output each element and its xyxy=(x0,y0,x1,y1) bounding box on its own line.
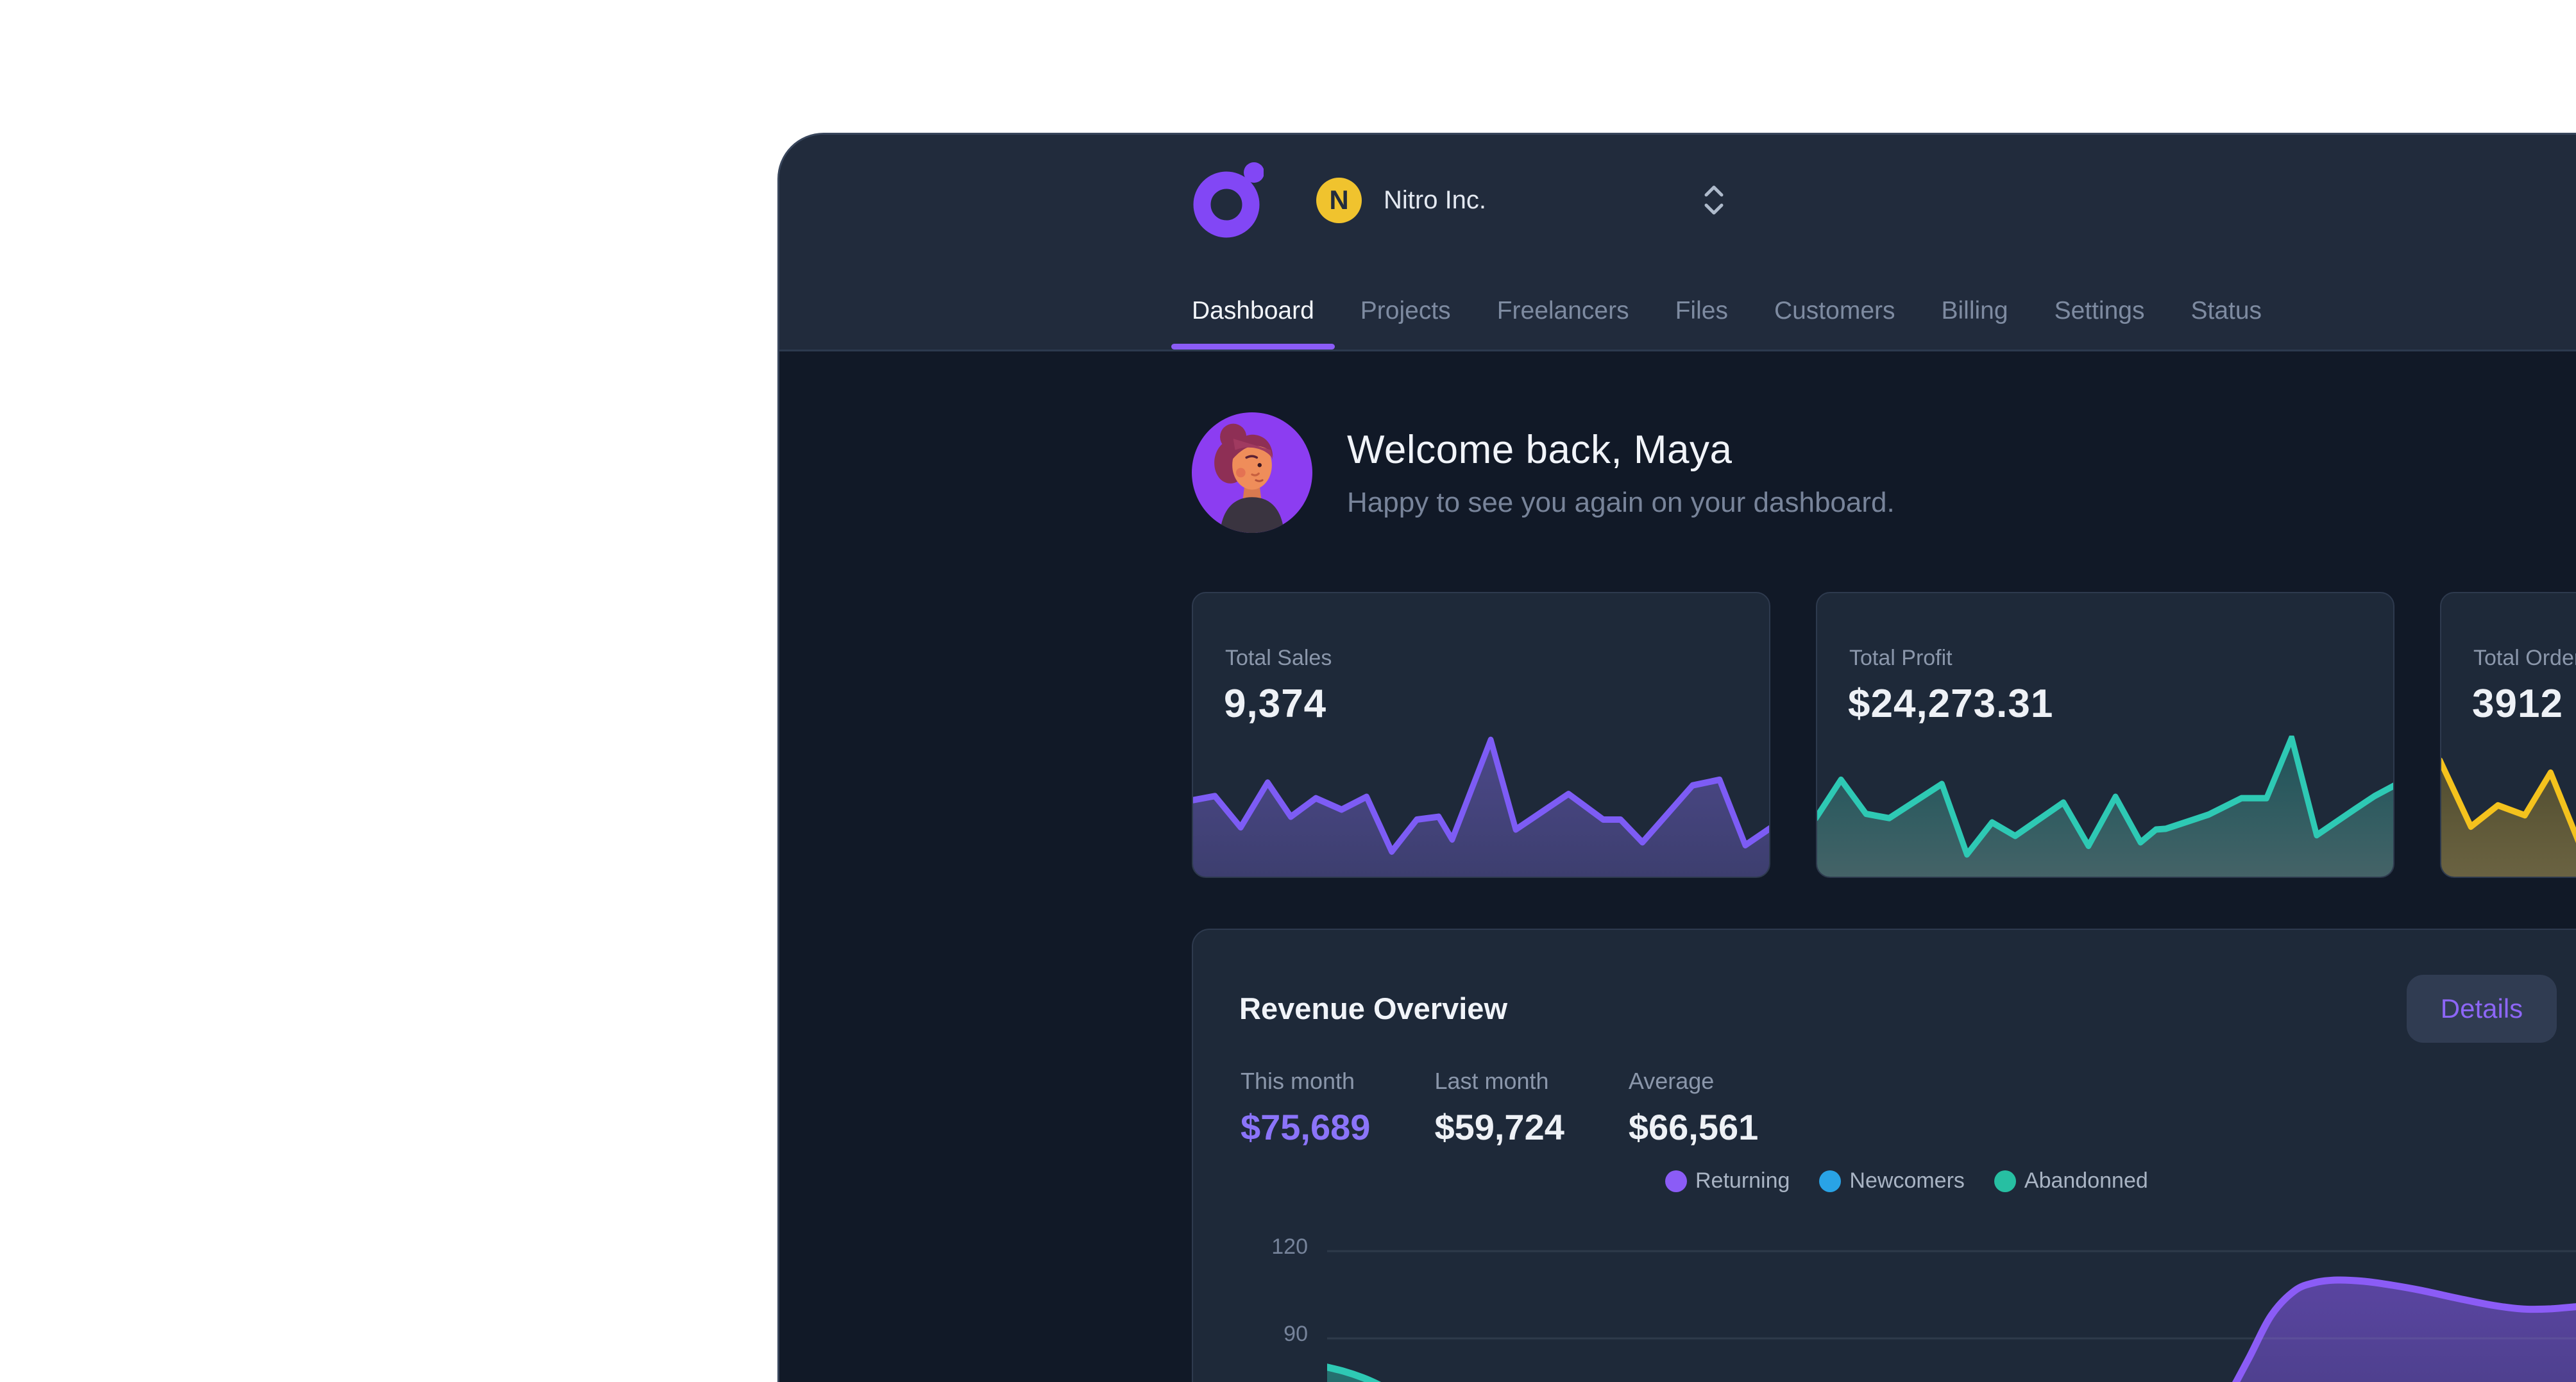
nav-item-label: Billing xyxy=(1942,297,2008,324)
stat-card-total-orders: Total Orders 3912 xyxy=(2440,592,2576,878)
chart-legend: Returning Newcomers Abandonned xyxy=(1665,1168,2148,1193)
legend-dot-icon xyxy=(1819,1170,1841,1192)
revenue-overview-panel: Revenue Overview Details This month $75,6… xyxy=(1192,929,2576,1382)
revenue-stat-value: $75,689 xyxy=(1241,1106,1370,1148)
welcome-section: Welcome back, Maya Happy to see you agai… xyxy=(1192,412,2576,533)
nav-item-label: Settings xyxy=(2055,297,2145,324)
stat-card-label: Total Profit xyxy=(1849,646,2393,671)
chevron-up-down-icon[interactable] xyxy=(1703,185,1725,215)
legend-item-newcomers[interactable]: Newcomers xyxy=(1819,1168,1964,1193)
revenue-stats-row: This month $75,689 Last month $59,724 Averag… xyxy=(1241,1068,1758,1148)
stat-card-value: 3912 xyxy=(2472,681,2576,727)
nav-item-customers[interactable]: Customers xyxy=(1754,297,1916,350)
nav-item-label: Projects xyxy=(1360,297,1451,324)
revenue-stat-label: This month xyxy=(1241,1068,1370,1095)
sparkline-chart xyxy=(1192,736,1770,878)
company-selector[interactable]: N Nitro Inc. xyxy=(1316,178,1725,223)
user-avatar xyxy=(1192,412,1312,533)
company-badge-icon: N xyxy=(1316,178,1362,223)
nav-item-freelancers[interactable]: Freelancers xyxy=(1477,297,1650,350)
app-window: N Nitro Inc. Dashboard Projects Freelancer… xyxy=(777,133,2576,1382)
legend-dot-icon xyxy=(1665,1170,1687,1192)
legend-label: Newcomers xyxy=(1849,1168,1964,1193)
legend-dot-icon xyxy=(1994,1170,2016,1192)
stat-card-value: 9,374 xyxy=(1224,681,1769,727)
details-button[interactable]: Details xyxy=(2407,975,2557,1043)
stat-card-total-profit: Total Profit $24,273.31 xyxy=(1816,592,2394,878)
nav-item-label: Freelancers xyxy=(1497,297,1629,324)
welcome-text: Welcome back, Maya Happy to see you agai… xyxy=(1347,427,1895,519)
legend-label: Returning xyxy=(1695,1168,1790,1193)
avatar-illustration-icon xyxy=(1192,412,1312,533)
nitro-logo-icon[interactable] xyxy=(1192,162,1264,238)
revenue-stat-label: Average xyxy=(1629,1068,1758,1095)
app-header: N Nitro Inc. Dashboard Projects Freelancer… xyxy=(779,135,2576,351)
legend-label: Abandonned xyxy=(2024,1168,2148,1193)
revenue-stat-label: Last month xyxy=(1434,1068,1564,1095)
sparkline-chart xyxy=(1816,736,2394,878)
legend-item-returning[interactable]: Returning xyxy=(1665,1168,1790,1193)
company-name: Nitro Inc. xyxy=(1384,186,1486,215)
nav-item-projects[interactable]: Projects xyxy=(1340,297,1471,350)
dashboard-content: Welcome back, Maya Happy to see you agai… xyxy=(779,412,2576,1382)
screenshot-stage: N Nitro Inc. Dashboard Projects Freelancer… xyxy=(0,0,2576,1382)
legend-item-abandonned[interactable]: Abandonned xyxy=(1994,1168,2148,1193)
stat-card-label: Total Sales xyxy=(1225,646,1769,671)
revenue-stat-last-month: Last month $59,724 xyxy=(1434,1068,1564,1148)
header-top-row: N Nitro Inc. xyxy=(1192,162,2576,239)
revenue-area-chart xyxy=(1327,1217,2576,1382)
nav-item-files[interactable]: Files xyxy=(1655,297,1749,350)
revenue-title: Revenue Overview xyxy=(1239,991,1507,1026)
nav-item-settings[interactable]: Settings xyxy=(2034,297,2165,350)
y-axis-tick-label: 120 xyxy=(1193,1235,1308,1260)
nav-item-label: Files xyxy=(1675,297,1728,324)
revenue-stat-value: $59,724 xyxy=(1434,1106,1564,1148)
welcome-subtitle: Happy to see you again on your dashboard… xyxy=(1347,487,1895,519)
nav-item-label: Status xyxy=(2190,297,2262,324)
stat-card-label: Total Orders xyxy=(2473,646,2576,671)
nav-item-billing[interactable]: Billing xyxy=(1921,297,2029,350)
main-nav: Dashboard Projects Freelancers Files Custome… xyxy=(1192,297,2576,350)
nav-item-dashboard[interactable]: Dashboard xyxy=(1171,297,1335,350)
nav-item-label: Customers xyxy=(1774,297,1895,324)
stat-card-total-sales: Total Sales 9,374 xyxy=(1192,592,1770,878)
nav-item-label: Dashboard xyxy=(1192,297,1314,324)
stat-card-value: $24,273.31 xyxy=(1848,681,2393,727)
y-axis-tick-label: 90 xyxy=(1193,1322,1308,1347)
stat-cards-row: Total Sales9,374Total Profit$24,273.31To… xyxy=(1192,592,2576,878)
revenue-stat-average: Average $66,561 xyxy=(1629,1068,1758,1148)
revenue-stat-value: $66,561 xyxy=(1629,1106,1758,1148)
nav-item-status[interactable]: Status xyxy=(2170,297,2282,350)
sparkline-chart xyxy=(2440,736,2576,878)
series-area xyxy=(2230,1280,2576,1382)
revenue-stat-this-month: This month $75,689 xyxy=(1241,1068,1370,1148)
welcome-title: Welcome back, Maya xyxy=(1347,427,1895,473)
